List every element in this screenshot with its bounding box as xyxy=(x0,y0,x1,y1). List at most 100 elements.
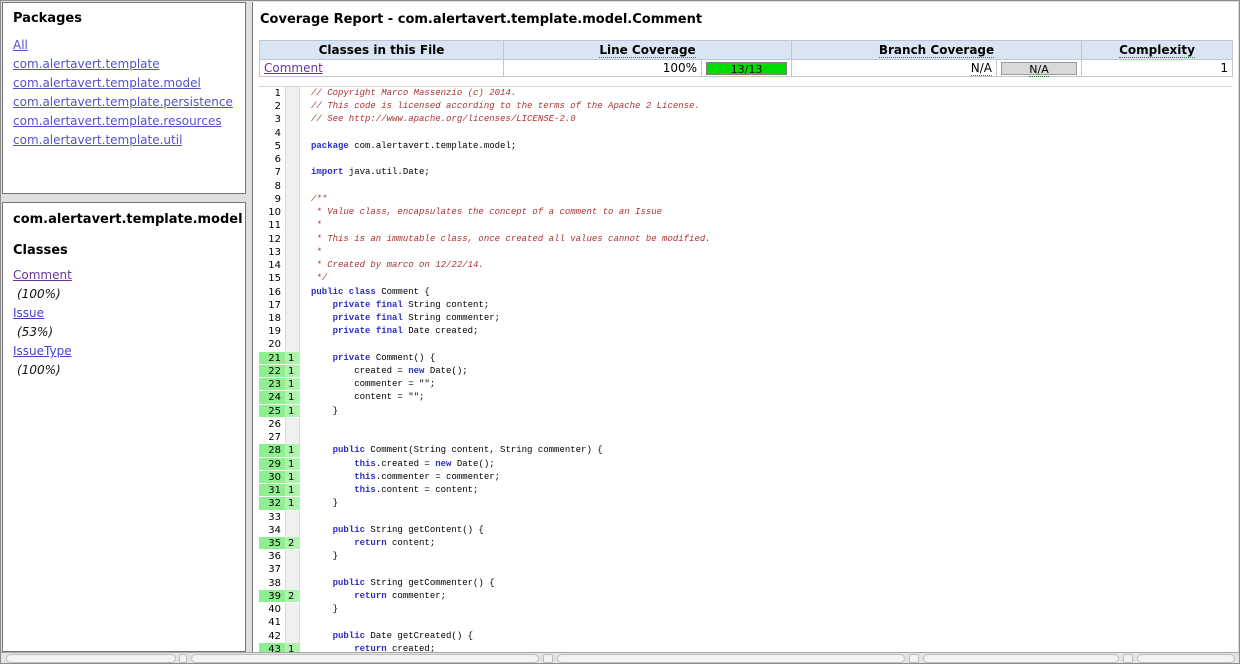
package-link[interactable]: com.alertavert.template.persistence xyxy=(13,95,233,109)
scrollbar-button[interactable] xyxy=(1123,654,1133,663)
code-line: 38 public String getCommenter() { xyxy=(259,577,1232,590)
line-number: 42 xyxy=(259,630,286,643)
class-coverage-percent: (100%) xyxy=(17,363,61,377)
code-text: return commenter; xyxy=(300,590,446,603)
code-text: public class Comment { xyxy=(300,286,430,299)
code-text: public Comment(String content, String co… xyxy=(300,444,603,457)
complexity-value: 1 xyxy=(1082,60,1233,77)
current-package-title: com.alertavert.template.model xyxy=(13,212,235,227)
line-number: 12 xyxy=(259,233,286,246)
code-text xyxy=(300,431,311,444)
header-line-coverage: Line Coverage xyxy=(504,41,792,60)
package-link[interactable]: com.alertavert.template xyxy=(13,57,160,71)
code-line: 211 private Comment() { xyxy=(259,352,1232,365)
hit-count xyxy=(286,166,300,179)
class-link[interactable]: Issue xyxy=(13,306,44,320)
code-line: 14 * Created by marco on 12/22/14. xyxy=(259,259,1232,272)
hit-count xyxy=(286,603,300,616)
code-text: private final Date created; xyxy=(300,325,478,338)
scrollbar-thumb[interactable] xyxy=(923,654,1119,663)
code-line: 392 return commenter; xyxy=(259,590,1232,603)
scrollbar-thumb[interactable] xyxy=(6,654,176,663)
code-line: 241 content = ""; xyxy=(259,391,1232,404)
code-line: 352 return content; xyxy=(259,537,1232,550)
code-text: * xyxy=(300,246,322,259)
line-number: 21 xyxy=(259,352,286,365)
class-link[interactable]: IssueType xyxy=(13,344,72,358)
package-link[interactable]: com.alertavert.template.model xyxy=(13,76,201,90)
code-line: 4 xyxy=(259,127,1232,140)
package-link[interactable]: com.alertavert.template.util xyxy=(13,133,182,147)
hit-count xyxy=(286,180,300,193)
classes-title: Classes xyxy=(13,243,235,258)
hit-count xyxy=(286,577,300,590)
class-link[interactable]: Comment xyxy=(13,268,72,282)
hit-count xyxy=(286,325,300,338)
line-number: 23 xyxy=(259,378,286,391)
code-text: */ xyxy=(300,272,327,285)
code-text: return content; xyxy=(300,537,435,550)
line-number: 2 xyxy=(259,100,286,113)
code-line: 33 xyxy=(259,511,1232,524)
hit-count xyxy=(286,113,300,126)
code-line: 13 * xyxy=(259,246,1232,259)
line-number: 11 xyxy=(259,219,286,232)
code-line: 9/** xyxy=(259,193,1232,206)
summary-row: Comment 100% 13/13 N/A N/A 1 xyxy=(260,60,1233,77)
line-number: 27 xyxy=(259,431,286,444)
code-line: 15 */ xyxy=(259,272,1232,285)
hit-count: 1 xyxy=(286,365,300,378)
scrollbar-thumb[interactable] xyxy=(1137,654,1235,663)
line-number: 39 xyxy=(259,590,286,603)
code-text: return created; xyxy=(300,643,435,652)
code-line: 11 * xyxy=(259,219,1232,232)
code-line: 41 xyxy=(259,616,1232,629)
code-line: 2 // This code is licensed according to t… xyxy=(259,100,1232,113)
code-text xyxy=(300,338,311,351)
scrollbar-button[interactable] xyxy=(543,654,553,663)
line-number: 18 xyxy=(259,312,286,325)
class-list-item: IssueType (100%) xyxy=(13,344,235,377)
package-link[interactable]: All xyxy=(13,38,28,52)
class-link-comment[interactable]: Comment xyxy=(264,61,323,75)
code-text: * This is an immutable class, once creat… xyxy=(300,233,711,246)
hit-count: 1 xyxy=(286,444,300,457)
code-text: // This code is licensed according to th… xyxy=(300,100,700,113)
code-line: 20 xyxy=(259,338,1232,351)
code-line: 431 return created; xyxy=(259,643,1232,652)
code-text: this.created = new Date(); xyxy=(300,458,495,471)
scrollbar-button[interactable] xyxy=(179,654,187,663)
code-text: package com.alertavert.template.model; xyxy=(300,140,516,153)
code-text xyxy=(300,153,311,166)
bottom-scrollbar-strip xyxy=(1,652,1239,663)
hit-count xyxy=(286,338,300,351)
code-text: this.commenter = commenter; xyxy=(300,471,500,484)
line-number: 28 xyxy=(259,444,286,457)
scrollbar-button[interactable] xyxy=(909,654,919,663)
code-text xyxy=(300,418,311,431)
code-line: 291 this.created = new Date(); xyxy=(259,458,1232,471)
line-number: 41 xyxy=(259,616,286,629)
packages-title: Packages xyxy=(13,11,235,26)
code-text xyxy=(300,563,311,576)
code-line: 26 xyxy=(259,418,1232,431)
code-text: this.content = content; xyxy=(300,484,478,497)
hit-count: 1 xyxy=(286,405,300,418)
package-links: All com.alertavert.template com.alertavert… xyxy=(13,38,235,147)
line-number: 14 xyxy=(259,259,286,272)
line-number: 36 xyxy=(259,550,286,563)
hit-count xyxy=(286,431,300,444)
code-line: 231 commenter = ""; xyxy=(259,378,1232,391)
hit-count: 2 xyxy=(286,537,300,550)
code-text: commenter = ""; xyxy=(300,378,435,391)
hit-count: 1 xyxy=(286,497,300,510)
hit-count: 1 xyxy=(286,458,300,471)
code-text xyxy=(300,511,311,524)
branch-coverage-bar-cell: N/A xyxy=(997,60,1082,77)
hit-count xyxy=(286,233,300,246)
line-number: 26 xyxy=(259,418,286,431)
package-link[interactable]: com.alertavert.template.resources xyxy=(13,114,222,128)
scrollbar-thumb[interactable] xyxy=(557,654,905,663)
scrollbar-thumb[interactable] xyxy=(191,654,539,663)
code-line: 301 this.commenter = commenter; xyxy=(259,471,1232,484)
